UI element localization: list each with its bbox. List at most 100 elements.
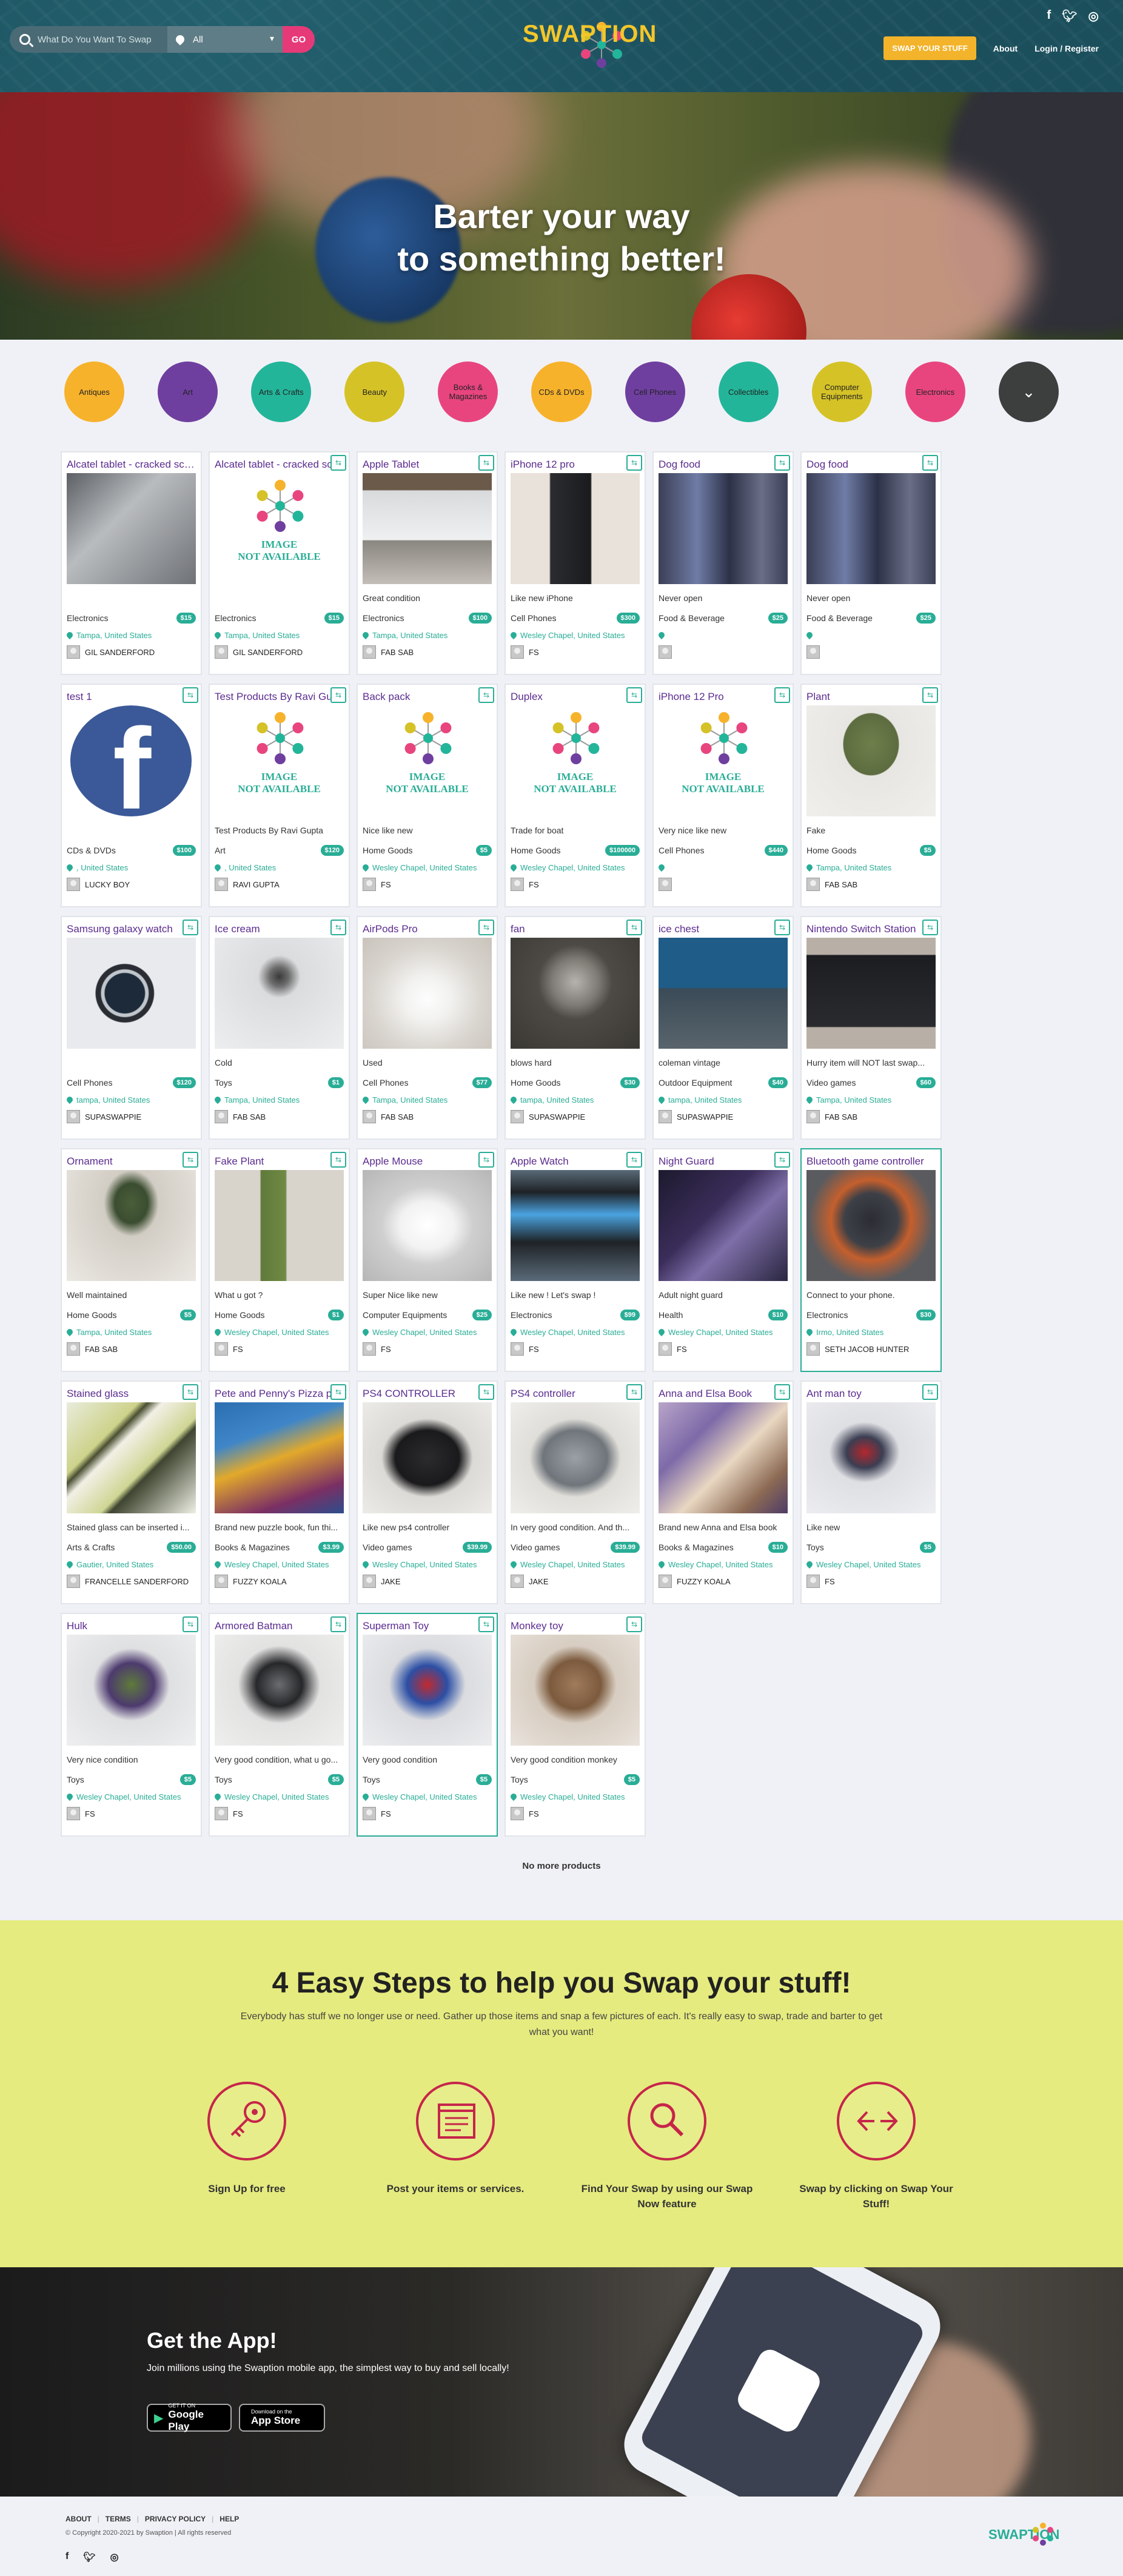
product-card[interactable]: ⇆ Superman Toy Very good condition Toys $5 We… [357, 1613, 498, 1837]
product-card[interactable]: ⇆ Ant man toy Like new Toys $5 Wesley Chapel,… [800, 1380, 942, 1604]
product-image[interactable] [363, 1170, 492, 1281]
product-title[interactable]: test 1 [67, 690, 196, 704]
product-image[interactable] [215, 1402, 344, 1513]
product-image[interactable] [659, 1402, 788, 1513]
product-card[interactable]: ⇆ PS4 CONTROLLER Like new ps4 controller Vi… [357, 1380, 498, 1604]
product-card[interactable]: ⇆ Apple Mouse Super Nice like new Computer … [357, 1148, 498, 1372]
product-owner[interactable]: FS [511, 645, 640, 659]
product-owner[interactable]: FS [215, 1807, 344, 1820]
product-title[interactable]: iPhone 12 pro [511, 457, 640, 472]
product-owner[interactable] [659, 645, 788, 659]
category-arts-crafts[interactable]: Arts & Crafts [251, 362, 312, 422]
category-collectibles[interactable]: Collectibles [718, 362, 779, 422]
product-image[interactable] [511, 473, 640, 584]
product-image[interactable] [511, 938, 640, 1049]
product-owner[interactable]: GIL SANDERFORD [215, 645, 344, 659]
login-register-link[interactable]: Login / Register [1034, 44, 1099, 53]
product-card[interactable]: ⇆ PS4 controller In very good condition. A… [505, 1380, 646, 1604]
app-store-button[interactable]: Download on the App Store [239, 2404, 325, 2432]
product-owner[interactable]: FS [363, 1807, 492, 1820]
product-title[interactable]: Stained glass [67, 1387, 196, 1401]
product-owner[interactable]: FS [511, 1807, 640, 1820]
product-title[interactable]: Duplex [511, 690, 640, 704]
product-owner[interactable]: FS [511, 1342, 640, 1356]
location-select[interactable]: All ▾ [167, 26, 283, 53]
product-title[interactable]: PS4 CONTROLLER [363, 1387, 492, 1401]
footer-privacy-link[interactable]: PRIVACY POLICY [145, 2515, 206, 2523]
twitter-icon[interactable]: 🐦︎ [1062, 8, 1077, 24]
product-title[interactable]: Apple Watch [511, 1154, 640, 1169]
product-owner[interactable]: FS [215, 1342, 344, 1356]
product-image[interactable]: f [67, 705, 196, 816]
product-image[interactable] [806, 938, 936, 1049]
product-owner[interactable] [806, 645, 936, 659]
product-owner[interactable]: FS [363, 878, 492, 891]
product-card[interactable]: ⇆ test 1 f CDs & DVDs $100 , United States LUC… [61, 684, 202, 907]
product-image[interactable] [67, 1170, 196, 1281]
product-title[interactable]: Test Products By Ravi Gupta [215, 690, 344, 704]
product-card[interactable]: Bluetooth game controller Connect to your… [800, 1148, 942, 1372]
product-image[interactable] [511, 1402, 640, 1513]
product-owner[interactable]: SETH JACOB HUNTER [806, 1342, 936, 1356]
product-image[interactable] [806, 1170, 936, 1281]
product-image[interactable] [67, 1635, 196, 1746]
product-title[interactable]: Fake Plant [215, 1154, 344, 1169]
footer-logo[interactable]: SWAPTION [988, 2515, 1061, 2557]
product-card[interactable]: ⇆ Night Guard Adult night guard Health $10 We… [652, 1148, 794, 1372]
product-card[interactable]: ⇆ Apple Tablet Great condition Electronics $… [357, 451, 498, 675]
product-title[interactable]: Monkey toy [511, 1619, 640, 1633]
swap-your-stuff-button[interactable]: SWAP YOUR STUFF [883, 36, 976, 60]
product-image-placeholder[interactable]: IMAGE NOT AVAILABLE [659, 705, 788, 816]
instagram-icon[interactable]: ◎ [110, 2551, 119, 2563]
product-card[interactable]: ⇆ fan blows hard Home Goods $30 tampa, United… [505, 916, 646, 1140]
product-image[interactable] [511, 1170, 640, 1281]
product-image[interactable] [215, 1635, 344, 1746]
product-card[interactable]: ⇆ iPhone 12 pro Like new iPhone Cell Phones… [505, 451, 646, 675]
product-card[interactable]: ⇆ Ice cream Cold Toys $1 Tampa, United States… [209, 916, 350, 1140]
product-card[interactable]: ⇆ Anna and Elsa Book Brand new Anna and El… [652, 1380, 794, 1604]
product-card[interactable]: ⇆ Dog food Never open Food & Beverage $25 [800, 451, 942, 675]
product-owner[interactable]: SUPASWAPPIE [67, 1110, 196, 1123]
product-card[interactable]: ⇆ Dog food Never open Food & Beverage $25 [652, 451, 794, 675]
product-card[interactable]: ⇆ AirPods Pro Used Cell Phones $77 Tampa, Uni… [357, 916, 498, 1140]
product-image-placeholder[interactable]: IMAGE NOT AVAILABLE [215, 473, 344, 584]
product-title[interactable]: Alcatel tablet - cracked screen [67, 457, 196, 472]
facebook-icon[interactable]: f [1047, 8, 1051, 24]
product-title[interactable]: iPhone 12 Pro [659, 690, 788, 704]
twitter-icon[interactable]: 🐦︎ [83, 2551, 95, 2563]
product-card[interactable]: ⇆ Back pack IMAGE NOT AVAILABLE Nice like ne… [357, 684, 498, 907]
category-antiques[interactable]: Antiques [64, 362, 125, 422]
product-owner[interactable]: FS [511, 878, 640, 891]
product-title[interactable]: Nintendo Switch Station [806, 922, 936, 937]
product-owner[interactable]: FS [659, 1342, 788, 1356]
product-image[interactable] [806, 473, 936, 584]
product-card[interactable]: ⇆ Pete and Penny's Pizza puzzle Brand new … [209, 1380, 350, 1604]
google-play-button[interactable]: ▶ GET IT ON Google Play [147, 2403, 232, 2432]
product-image[interactable] [363, 938, 492, 1049]
product-owner[interactable]: LUCKY BOY [67, 878, 196, 891]
category-beauty[interactable]: Beauty [344, 362, 405, 422]
product-image[interactable] [215, 938, 344, 1049]
product-card[interactable]: ⇆ Test Products By Ravi Gupta IMAGE NOT AVA… [209, 684, 350, 907]
product-card[interactable]: ⇆ Hulk Very nice condition Toys $5 Wesley Cha… [61, 1613, 202, 1837]
product-title[interactable]: Pete and Penny's Pizza puzzle [215, 1387, 344, 1401]
product-title[interactable]: Armored Batman [215, 1619, 344, 1633]
product-owner[interactable]: SUPASWAPPIE [511, 1110, 640, 1123]
product-title[interactable]: Anna and Elsa Book [659, 1387, 788, 1401]
product-owner[interactable] [659, 878, 788, 891]
product-owner[interactable]: GIL SANDERFORD [67, 645, 196, 659]
product-title[interactable]: fan [511, 922, 640, 937]
product-card[interactable]: ⇆ Alcatel tablet - cracked screen IMAGE NOT… [209, 451, 350, 675]
product-card[interactable]: ⇆ Apple Watch Like new ! Let's swap ! Elect… [505, 1148, 646, 1372]
product-owner[interactable]: FUZZY KOALA [215, 1575, 344, 1588]
product-title[interactable]: Back pack [363, 690, 492, 704]
product-title[interactable]: ice chest [659, 922, 788, 937]
product-owner[interactable]: FAB SAB [67, 1342, 196, 1356]
category-electronics[interactable]: Electronics [905, 362, 965, 422]
product-title[interactable]: Apple Mouse [363, 1154, 492, 1169]
category-computer-equipments[interactable]: Computer Equipments [811, 362, 872, 422]
product-card[interactable]: ⇆ Monkey toy Very good condition monkey Toy… [505, 1613, 646, 1837]
product-image[interactable] [363, 1635, 492, 1746]
product-card[interactable]: ⇆ Duplex IMAGE NOT AVAILABLE Trade for boat H… [505, 684, 646, 907]
product-title[interactable]: Dog food [659, 457, 788, 472]
